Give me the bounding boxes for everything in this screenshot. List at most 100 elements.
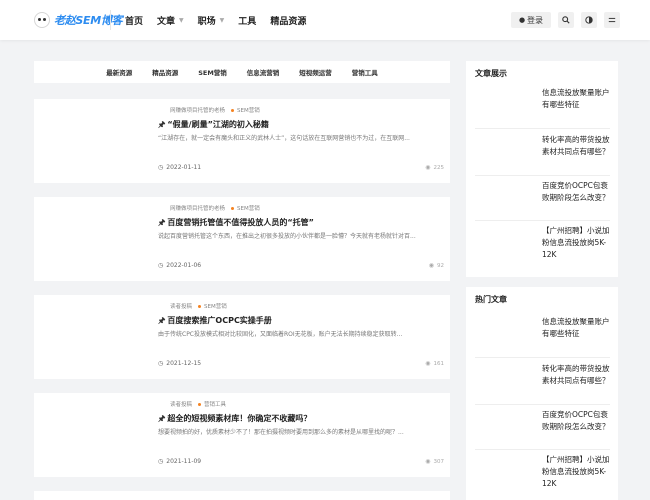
post-excerpt: 说起百度营销托管这个东西，在推出之初很多投放的小伙伴都是一脸懵？今天就有老杨就针… [158, 233, 416, 240]
widget-item[interactable]: 【广州招聘】小说加粉信息流投放岗5K-12K [475, 454, 610, 492]
pin-icon: 🖈 [158, 414, 166, 423]
login-button[interactable]: ● 登录 [511, 12, 551, 28]
category-bar: 最新资源 精品资源 SEM营销 信息流营销 短视频运营 营销工具 [34, 61, 450, 83]
nav-label: 首页 [125, 16, 144, 27]
divider [475, 128, 610, 129]
widget-title: 文章展示 [475, 69, 507, 78]
post-author[interactable]: 网赚做项目托管的老杨 [170, 106, 225, 114]
post-title[interactable]: 🖈 超全的短视频素材库！你确定不收藏吗？ [158, 413, 311, 427]
eye-icon: ◉ [425, 360, 431, 367]
widget-item-text: 百度竞价OCPC包衰败期阶段怎么改变？ [542, 181, 610, 202]
post-date-text: 2021-11-09 [166, 458, 202, 465]
category-sem[interactable]: SEM营销 [198, 67, 227, 77]
post-meta: 网赚做项目托管的老杨 SEM营销 [170, 204, 260, 212]
header-divider [110, 10, 111, 30]
post-category[interactable]: SEM营销 [237, 204, 260, 212]
post-date: ◷ 2022-01-11 [158, 164, 201, 171]
nav-label: 文章 [157, 16, 176, 27]
nav-item-articles[interactable]: 文章 ▼ [157, 14, 184, 27]
site-header: 老赵SEM博客 首页 文章 ▼ 职场 ▼ 工具 精品资源 ● 登录 [0, 0, 650, 40]
post-title-text: 百度搜索推广OCPC实操手册 [167, 316, 272, 325]
pin-icon: 🖈 [158, 316, 166, 325]
widget-title: 热门文章 [475, 295, 507, 304]
post-card[interactable]: 读者投稿 营销工具 🖈 超全的短视频素材库！你确定不收藏吗？ 想要视频拍的好，优质… [34, 393, 450, 477]
post-views-count: 161 [433, 360, 445, 367]
nav-label: 职场 [197, 16, 216, 27]
post-category[interactable]: 营销工具 [204, 400, 226, 408]
nav-item-premium[interactable]: 精品资源 [270, 14, 306, 27]
category-dot-icon [231, 108, 235, 112]
category-premium[interactable]: 精品资源 [152, 67, 178, 77]
post-date-text: 2022-01-06 [166, 262, 202, 269]
widget-item[interactable]: 【广州招聘】小说加粉信息流投放岗5K-12K [475, 225, 610, 263]
user-icon: ● [518, 16, 526, 24]
logo-mascot-icon [34, 12, 50, 28]
post-card[interactable]: 网赚做项目托管的老杨 SEM营销 🖈 “假量/刷量”江湖的初入秘籍 “江湖存在，就… [34, 99, 450, 183]
widget-item[interactable]: 信息流投放聚量账户有哪些特征 [475, 316, 610, 354]
post-date-text: 2022-01-11 [166, 164, 202, 171]
post-meta: 读者投稿 营销工具 [170, 400, 226, 408]
post-title[interactable]: 🖈 “假量/刷量”江湖的初入秘籍 [158, 119, 269, 133]
post-title[interactable]: 🖈 百度搜索推广OCPC实操手册 [158, 315, 272, 329]
nav-item-tools[interactable]: 工具 [238, 14, 256, 27]
pin-icon: 🖈 [158, 218, 166, 227]
widget-item-text: 百度竞价OCPC包衰败期阶段怎么改变？ [542, 410, 610, 431]
post-views-count: 92 [437, 262, 444, 269]
post-card[interactable]: 网赚做项目托管的老杨 SEM营销 🖈 百度营销托管值不值得投放人员的“托管” 说起… [34, 197, 450, 281]
clock-icon: ◷ [158, 458, 164, 465]
post-category[interactable]: SEM营销 [204, 302, 227, 310]
post-author[interactable]: 网赚做项目托管的老杨 [170, 204, 225, 212]
theme-toggle-icon [585, 16, 593, 24]
hot-articles-widget: 热门文章 信息流投放聚量账户有哪些特征 转化率高的带货投放素材共同点有哪些？ 百… [466, 287, 618, 500]
widget-item[interactable]: 转化率高的带货投放素材共同点有哪些？ [475, 363, 610, 401]
menu-button[interactable] [604, 12, 620, 28]
widget-item[interactable]: 百度竞价OCPC包衰败期阶段怎么改变？ [475, 409, 610, 447]
post-date-text: 2021-12-15 [166, 360, 202, 367]
nav-label: 精品资源 [270, 16, 307, 27]
post-author[interactable]: 读者投稿 [170, 400, 192, 408]
login-label: 登录 [527, 15, 544, 25]
post-title-text: 超全的短视频素材库！你确定不收藏吗？ [167, 414, 312, 423]
category-dot-icon [198, 304, 202, 308]
widget-item[interactable]: 信息流投放聚量账户有哪些特征 [475, 87, 610, 125]
nav-item-home[interactable]: 首页 [125, 14, 143, 27]
divider [475, 175, 610, 176]
post-views: ◉ 225 [425, 164, 444, 171]
widget-item[interactable]: 转化率高的带货投放素材共同点有哪些？ [475, 134, 610, 172]
post-category[interactable]: SEM营销 [237, 106, 260, 114]
post-date: ◷ 2021-11-09 [158, 458, 201, 465]
category-tools[interactable]: 营销工具 [352, 67, 378, 77]
post-title-text: “假量/刷量”江湖的初入秘籍 [167, 120, 269, 129]
post-date: ◷ 2022-01-06 [158, 262, 201, 269]
theme-toggle-button[interactable] [581, 12, 597, 28]
divider [475, 404, 610, 405]
menu-icon [608, 17, 616, 23]
search-icon [562, 16, 570, 24]
logo-text: 老赵SEM博客 [54, 14, 123, 27]
category-short-video[interactable]: 短视频运营 [299, 67, 332, 77]
category-latest[interactable]: 最新资源 [106, 67, 132, 77]
post-title[interactable]: 🖈 百度营销托管值不值得投放人员的“托管” [158, 217, 314, 231]
post-card-partial [34, 491, 450, 500]
widget-item-text: 【广州招聘】小说加粉信息流投放岗5K-12K [542, 455, 610, 488]
clock-icon: ◷ [158, 262, 164, 269]
nav-item-career[interactable]: 职场 ▼ [198, 14, 225, 27]
widget-item-text: 【广州招聘】小说加粉信息流投放岗5K-12K [542, 226, 610, 259]
search-button[interactable] [558, 12, 574, 28]
post-card[interactable]: 读者投稿 SEM营销 🖈 百度搜索推广OCPC实操手册 由于传统CPC投放模式相对… [34, 295, 450, 379]
widget-item-text: 信息流投放聚量账户有哪些特征 [542, 317, 610, 338]
post-title-text: 百度营销托管值不值得投放人员的“托管” [167, 218, 314, 227]
widget-item-text: 转化率高的带货投放素材共同点有哪些？ [542, 364, 610, 385]
widget-item-text: 信息流投放聚量账户有哪些特征 [542, 88, 610, 109]
widget-item[interactable]: 百度竞价OCPC包衰败期阶段怎么改变？ [475, 180, 610, 218]
eye-icon: ◉ [425, 458, 431, 465]
article-widget: 文章展示 信息流投放聚量账户有哪些特征 转化率高的带货投放素材共同点有哪些？ 百… [466, 61, 618, 277]
clock-icon: ◷ [158, 360, 164, 367]
post-excerpt: 由于传统CPC投放模式相对比较固化，又面临着ROI无花板，账户无法长期持续稳定获… [158, 331, 403, 338]
category-feed[interactable]: 信息流营销 [247, 67, 280, 77]
post-excerpt: “江湖存在，就一定会有魔头和正义的武林人士”，这句话放在互联网营销也不为过，在互… [158, 135, 410, 142]
eye-icon: ◉ [425, 164, 431, 171]
post-author[interactable]: 读者投稿 [170, 302, 192, 310]
divider [475, 220, 610, 221]
pin-icon: 🖈 [158, 120, 166, 129]
